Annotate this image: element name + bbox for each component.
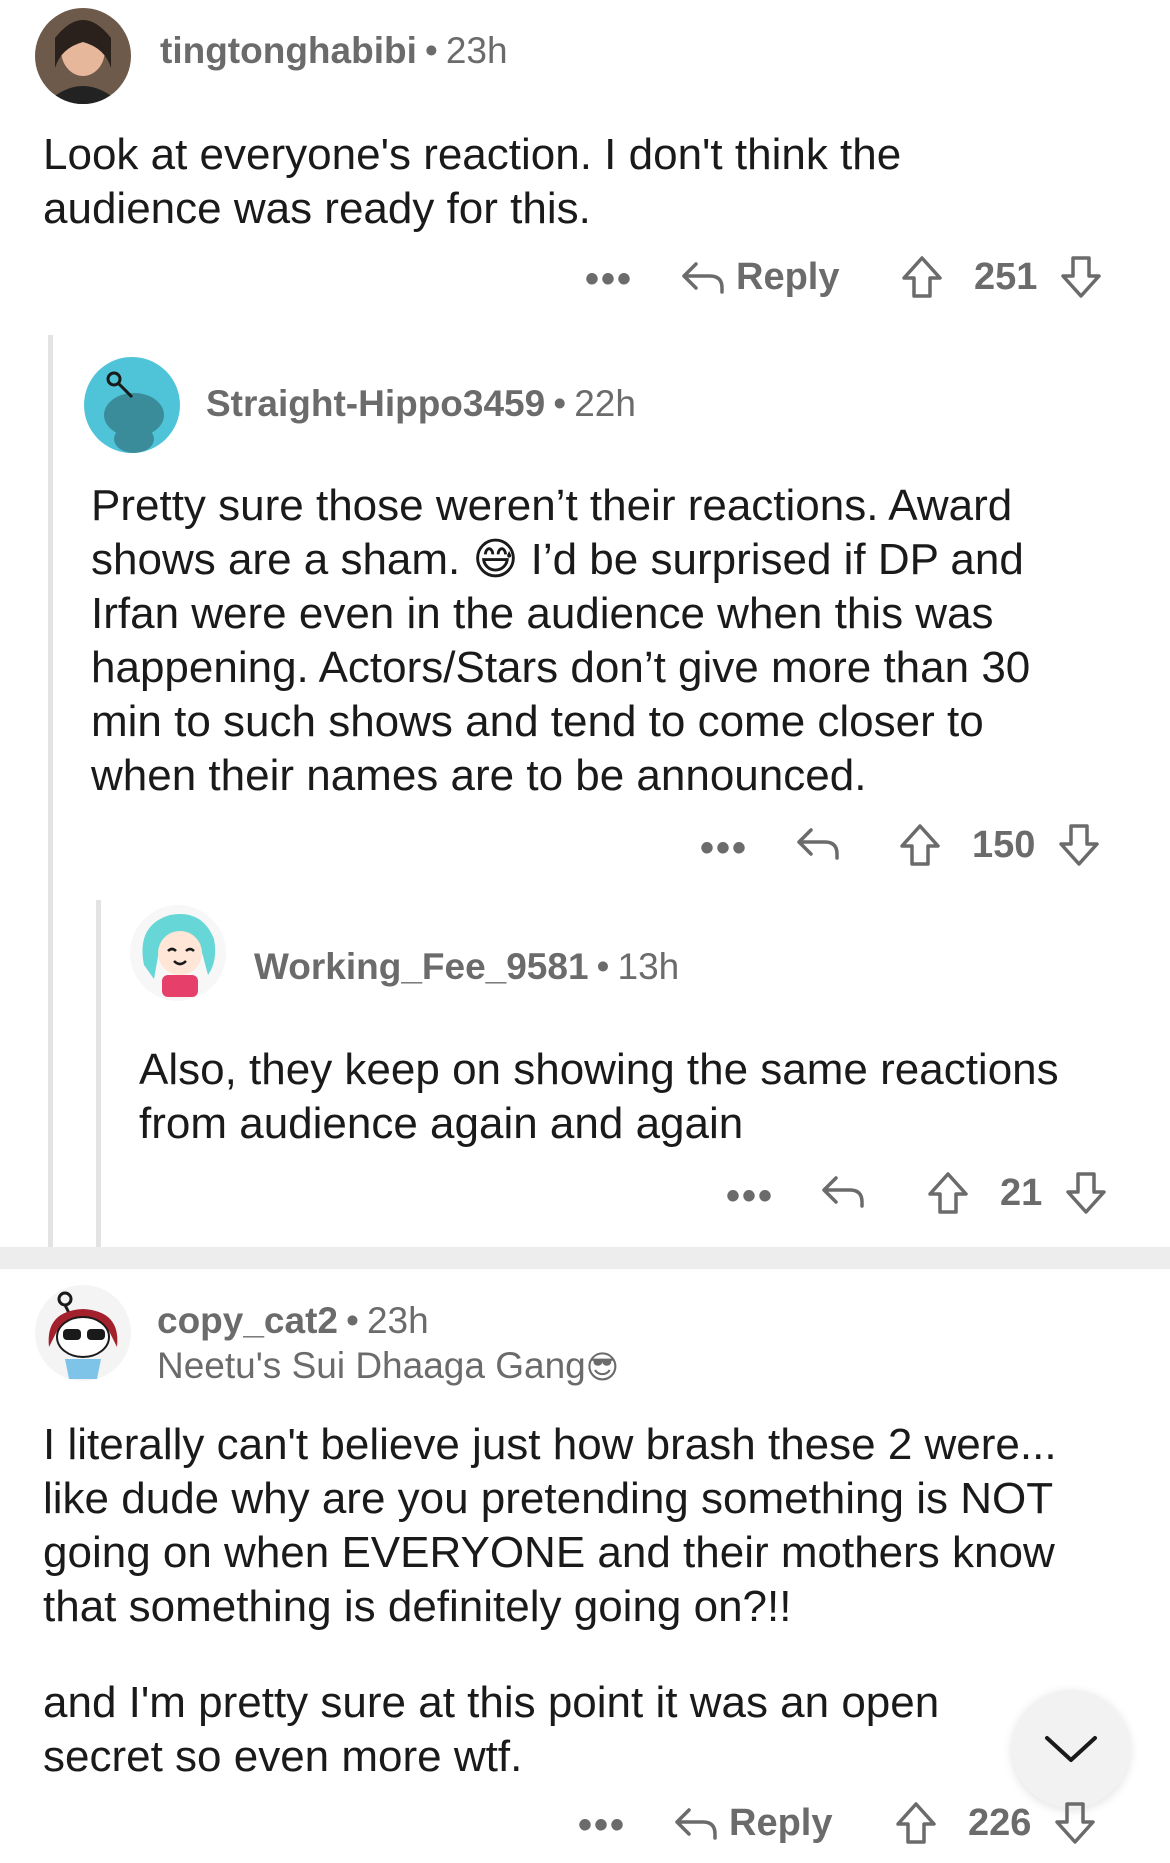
sunglasses-emoji: 😎: [585, 1348, 620, 1386]
comment-body: Look at everyone's reaction. I don't thi…: [43, 130, 902, 233]
score: 226: [968, 1801, 1032, 1844]
vote-bar: 150: [898, 822, 1101, 868]
username[interactable]: Straight-Hippo3459: [206, 383, 545, 424]
comment-body: Also, they keep on showing the same reac…: [139, 1045, 1059, 1148]
thread-line[interactable]: [48, 335, 53, 1247]
thread-line[interactable]: [96, 900, 101, 1247]
sweat-smile-emoji: 😅: [472, 534, 519, 585]
comment-body-paragraph: and I'm pretty sure at this point it was…: [43, 1678, 940, 1781]
cartoon-avatar-icon: [130, 905, 226, 1001]
thread-separator: [0, 1247, 1170, 1269]
vote-bar: 251: [900, 254, 1103, 300]
reply-button[interactable]: Reply: [680, 256, 839, 299]
timestamp: 23h: [445, 30, 508, 71]
reply-button[interactable]: Reply: [673, 1802, 832, 1845]
comment-meta: copy_cat2 • 23h: [157, 1300, 429, 1341]
downvote-icon[interactable]: [1057, 822, 1101, 868]
vote-bar: 21: [926, 1170, 1108, 1216]
comment-body: I literally can't believe just how brash…: [43, 1420, 1057, 1631]
reply-label: Reply: [736, 256, 840, 298]
score: 251: [974, 255, 1038, 298]
timestamp: 23h: [366, 1300, 429, 1341]
comment-meta: Straight-Hippo3459 • 22h: [206, 383, 636, 424]
username[interactable]: Working_Fee_9581: [254, 946, 589, 987]
reply-button[interactable]: [795, 824, 841, 864]
score: 21: [1000, 1171, 1043, 1214]
upvote-icon[interactable]: [898, 822, 942, 868]
user-photo-avatar-icon: [35, 8, 131, 104]
avatar[interactable]: [35, 1285, 131, 1381]
comment-meta: tingtonghabibi • 23h: [160, 30, 508, 71]
snoo-avatar-icon: [84, 357, 180, 453]
comment-meta: Working_Fee_9581 • 13h: [254, 946, 680, 987]
reply-button[interactable]: [820, 1172, 866, 1212]
more-options-button[interactable]: •••: [700, 826, 748, 871]
reply-label: Reply: [729, 1802, 833, 1844]
avatar[interactable]: [35, 8, 131, 104]
downvote-icon[interactable]: [1064, 1170, 1108, 1216]
user-flair: Neetu's Sui Dhaaga Gang😎: [157, 1345, 620, 1386]
timestamp: 13h: [617, 946, 680, 987]
timestamp: 22h: [574, 383, 636, 424]
username[interactable]: copy_cat2: [157, 1300, 338, 1341]
avatar[interactable]: [130, 905, 226, 1001]
more-options-button[interactable]: •••: [585, 257, 633, 302]
reply-icon: [797, 828, 839, 860]
snoo-sunglasses-avatar-icon: [35, 1285, 131, 1381]
reply-icon: [682, 261, 724, 294]
username[interactable]: tingtonghabibi: [160, 30, 417, 71]
downvote-icon[interactable]: [1059, 254, 1103, 300]
reply-icon: [675, 1807, 717, 1840]
reply-icon: [822, 1176, 864, 1208]
vote-bar: 226: [894, 1800, 1097, 1846]
avatar[interactable]: [84, 357, 180, 453]
upvote-icon[interactable]: [926, 1170, 970, 1216]
upvote-icon[interactable]: [894, 1800, 938, 1846]
downvote-icon[interactable]: [1053, 1800, 1097, 1846]
more-options-button[interactable]: •••: [726, 1174, 774, 1219]
comment-body: Pretty sure those weren’t their reaction…: [91, 481, 1031, 800]
chevron-down-icon: [1045, 1736, 1097, 1762]
score: 150: [972, 823, 1036, 866]
upvote-icon[interactable]: [900, 254, 944, 300]
more-options-button[interactable]: •••: [578, 1803, 626, 1848]
scroll-down-button[interactable]: [1012, 1690, 1130, 1808]
